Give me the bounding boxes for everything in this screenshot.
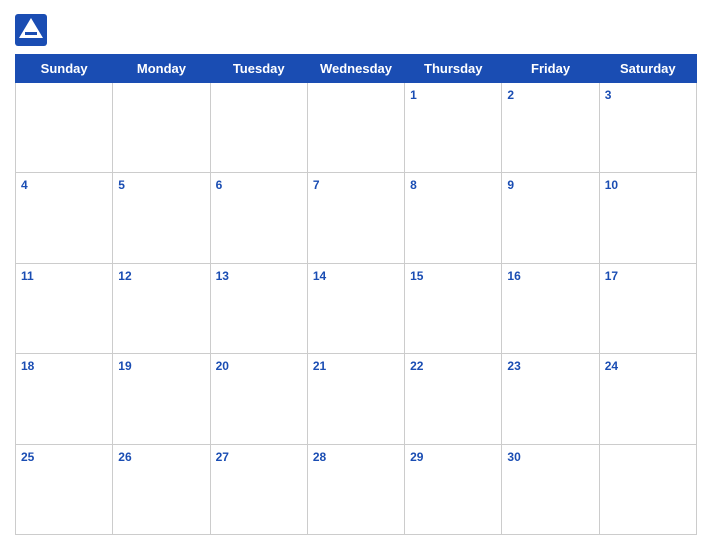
day-number: 22 [410,359,423,373]
day-number: 29 [410,450,423,464]
day-number: 20 [216,359,229,373]
calendar-cell: 6 [210,173,307,263]
logo [15,14,51,46]
calendar-table: SundayMondayTuesdayWednesdayThursdayFrid… [15,54,697,535]
day-number: 15 [410,269,423,283]
calendar-cell: 14 [307,263,404,353]
calendar-cell: 4 [16,173,113,263]
week-row-5: 25 26 27 28 29 30 [16,444,697,534]
day-number: 8 [410,178,417,192]
calendar-cell: 30 [502,444,599,534]
day-number: 17 [605,269,618,283]
day-number: 13 [216,269,229,283]
day-number: 9 [507,178,514,192]
calendar-cell: 25 [16,444,113,534]
day-header-tuesday: Tuesday [210,55,307,83]
day-header-thursday: Thursday [405,55,502,83]
day-number: 3 [605,88,612,102]
logo-icon [15,14,47,46]
week-row-3: 11 12 13 14 15 16 17 [16,263,697,353]
day-number: 26 [118,450,131,464]
day-number: 2 [507,88,514,102]
day-number: 16 [507,269,520,283]
calendar-cell: 28 [307,444,404,534]
calendar-cell [16,83,113,173]
calendar-cell: 15 [405,263,502,353]
calendar-cell: 23 [502,354,599,444]
calendar-cell: 29 [405,444,502,534]
week-row-4: 18 19 20 21 22 23 24 [16,354,697,444]
day-number: 21 [313,359,326,373]
calendar-cell [307,83,404,173]
day-number: 18 [21,359,34,373]
calendar-cell: 18 [16,354,113,444]
day-header-sunday: Sunday [16,55,113,83]
week-row-1: 1 2 3 [16,83,697,173]
calendar-cell: 26 [113,444,210,534]
calendar-cell [113,83,210,173]
day-header-saturday: Saturday [599,55,696,83]
day-header-friday: Friday [502,55,599,83]
day-number: 14 [313,269,326,283]
day-number: 10 [605,178,618,192]
day-number: 24 [605,359,618,373]
day-number: 1 [410,88,417,102]
calendar-cell: 10 [599,173,696,263]
day-number: 7 [313,178,320,192]
day-number: 11 [21,269,34,283]
calendar-cell: 8 [405,173,502,263]
calendar-cell [210,83,307,173]
calendar-cell: 19 [113,354,210,444]
day-number: 23 [507,359,520,373]
day-number: 28 [313,450,326,464]
calendar-header [15,10,697,50]
calendar-cell: 12 [113,263,210,353]
calendar-cell: 1 [405,83,502,173]
week-row-2: 4 5 6 7 8 9 10 [16,173,697,263]
day-number: 30 [507,450,520,464]
calendar-cell: 11 [16,263,113,353]
calendar-cell: 24 [599,354,696,444]
day-number: 27 [216,450,229,464]
day-number: 4 [21,178,28,192]
day-header-wednesday: Wednesday [307,55,404,83]
calendar-cell: 7 [307,173,404,263]
calendar-cell: 2 [502,83,599,173]
calendar-cell: 9 [502,173,599,263]
calendar-cell [599,444,696,534]
day-number: 25 [21,450,34,464]
day-number: 5 [118,178,125,192]
day-header-row: SundayMondayTuesdayWednesdayThursdayFrid… [16,55,697,83]
calendar-cell: 13 [210,263,307,353]
calendar-cell: 17 [599,263,696,353]
calendar-cell: 21 [307,354,404,444]
calendar-cell: 27 [210,444,307,534]
calendar-cell: 5 [113,173,210,263]
calendar-cell: 16 [502,263,599,353]
calendar-cell: 22 [405,354,502,444]
day-header-monday: Monday [113,55,210,83]
day-number: 12 [118,269,131,283]
calendar-cell: 20 [210,354,307,444]
day-number: 19 [118,359,131,373]
day-number: 6 [216,178,223,192]
calendar-cell: 3 [599,83,696,173]
